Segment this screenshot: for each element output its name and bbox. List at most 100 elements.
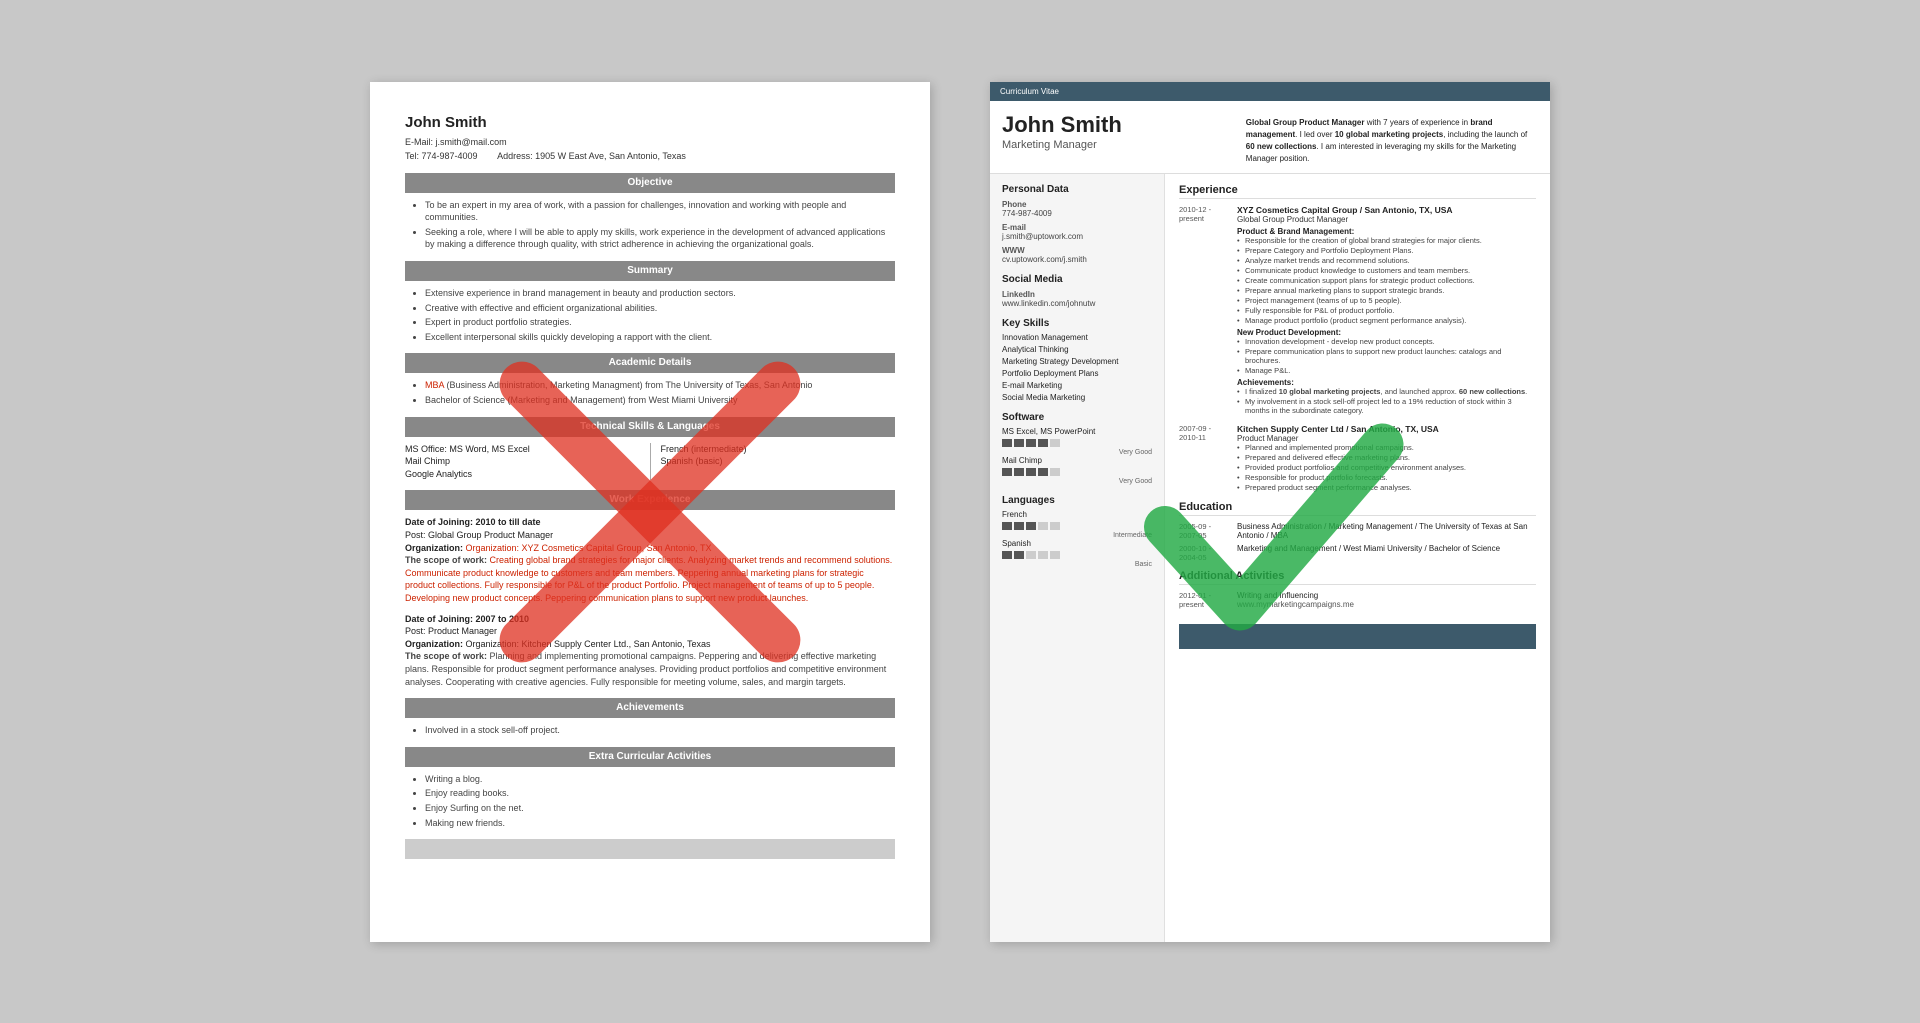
academic-list: MBA (Business Administration, Marketing … (405, 379, 895, 406)
edu-entry-2: 2000-10 - 2004-05 Marketing and Manageme… (1179, 544, 1536, 562)
right-title: Marketing Manager (1002, 139, 1236, 151)
mailchimp-bar (1002, 468, 1152, 476)
social-media-title: Social Media (1002, 274, 1152, 285)
email-label: E-mail (1002, 223, 1152, 232)
skill-mailchimp: Mail Chimp (405, 455, 640, 468)
skills-divider (650, 443, 651, 481)
academic-bsc: Bachelor of Science (Marketing and Manag… (425, 394, 895, 407)
additional-title: Additional Activities (1179, 570, 1536, 585)
lang-french: French Intermediate (1002, 510, 1152, 539)
technical-header: Technical Skills & Languages (405, 417, 895, 437)
left-name: John Smith (405, 112, 895, 133)
experience-title: Experience (1179, 184, 1536, 199)
summary-item-2: Creative with effective and efficient or… (425, 302, 895, 315)
software-title: Software (1002, 412, 1152, 423)
exp1-dates: 2010-12 - present (1179, 205, 1229, 416)
right-name: John Smith (1002, 113, 1236, 137)
work2-post: Post: Product Manager (405, 625, 895, 638)
education-title: Education (1179, 501, 1536, 516)
linkedin-value: www.linkedin.com/johnutw (1002, 299, 1152, 308)
msexcel-bar (1002, 439, 1152, 447)
www-value: cv.uptowork.com/j.smith (1002, 255, 1152, 264)
summary-item-3: Expert in product portfolio strategies. (425, 316, 895, 329)
additional-entry-1: 2012-01 - present Writing and Influencin… (1179, 591, 1536, 609)
academic-header: Academic Details (405, 353, 895, 373)
work2-date: Date of Joining: 2007 to 2010 (405, 613, 895, 626)
achievements-header: Achievements (405, 698, 895, 718)
french-bar (1002, 522, 1152, 530)
work-header: Work Experience (405, 490, 895, 510)
extra-header: Extra Curricular Activities (405, 747, 895, 767)
lang-spanish: Spanish Basic (1002, 539, 1152, 568)
objective-item-1: To be an expert in my area of work, with… (425, 199, 895, 224)
www-label: WWW (1002, 246, 1152, 255)
right-header: John Smith Marketing Manager Global Grou… (990, 101, 1550, 174)
skill-ms-office: MS Office: MS Word, MS Excel (405, 443, 640, 456)
right-footer-bar (1179, 624, 1536, 649)
left-tel-address: Tel: 774-987-4009 Address: 1905 W East A… (405, 150, 895, 163)
achievements-list: Involved in a stock sell-off project. (405, 724, 895, 737)
extra-3: Enjoy Surfing on the net. (425, 802, 895, 815)
skills-table: MS Office: MS Word, MS Excel Mail Chimp … (405, 443, 895, 481)
work1-date: Date of Joining: 2010 to till date (405, 516, 895, 529)
objective-header: Objective (405, 173, 895, 193)
exp1-bullets3: I finalized 10 global marketing projects… (1237, 387, 1536, 415)
languages-title: Languages (1002, 495, 1152, 506)
email-value: j.smith@uptowork.com (1002, 232, 1152, 241)
objective-item-2: Seeking a role, where I will be able to … (425, 226, 895, 251)
exp2-bullets: Planned and implemented promotional camp… (1237, 443, 1536, 492)
skill-spanish: Spanish (basic) (661, 455, 896, 468)
spanish-bar (1002, 551, 1152, 559)
skill-marketing-strategy: Marketing Strategy Development (1002, 357, 1152, 366)
exp1-details: XYZ Cosmetics Capital Group / San Antoni… (1237, 205, 1536, 416)
work2-scope: The scope of work: Planning and implemen… (405, 650, 895, 688)
summary-item-4: Excellent interpersonal skills quickly d… (425, 331, 895, 344)
work-entry-2: Date of Joining: 2007 to 2010 Post: Prod… (405, 613, 895, 689)
phone-value: 774-987-4009 (1002, 209, 1152, 218)
work-entry-1: Date of Joining: 2010 to till date Post:… (405, 516, 895, 604)
right-resume: Curriculum Vitae John Smith Marketing Ma… (990, 82, 1550, 942)
work1-scope: The scope of work: Creating global brand… (405, 554, 895, 604)
achievement-1: Involved in a stock sell-off project. (425, 724, 895, 737)
phone-label: Phone (1002, 200, 1152, 209)
skills-col-1: MS Office: MS Word, MS Excel Mail Chimp … (405, 443, 640, 481)
skill-google: Google Analytics (405, 468, 640, 481)
skill-social: Social Media Marketing (1002, 393, 1152, 402)
extra-4: Making new friends. (425, 817, 895, 830)
exp-entry-1: 2010-12 - present XYZ Cosmetics Capital … (1179, 205, 1536, 416)
work2-org: Organization: Organization: Kitchen Supp… (405, 638, 895, 651)
right-summary: Global Group Product Manager with 7 year… (1246, 113, 1538, 165)
key-skills-title: Key Skills (1002, 318, 1152, 329)
exp2-details: Kitchen Supply Center Ltd / San Antonio,… (1237, 424, 1536, 493)
exp-entry-2: 2007-09 - 2010-11 Kitchen Supply Center … (1179, 424, 1536, 493)
extra-list: Writing a blog. Enjoy reading books. Enj… (405, 773, 895, 829)
skill-innovation: Innovation Management (1002, 333, 1152, 342)
summary-item-1: Extensive experience in brand management… (425, 287, 895, 300)
exp1-bullets2: Innovation development - develop new pro… (1237, 337, 1536, 375)
right-sidebar: Personal Data Phone 774-987-4009 E-mail … (990, 174, 1165, 942)
summary-list: Extensive experience in brand management… (405, 287, 895, 343)
left-footer-bar (405, 839, 895, 859)
software-item-1: MS Excel, MS PowerPoint Very Good (1002, 427, 1152, 456)
work1-org: Organization: Organization: XYZ Cosmetic… (405, 542, 895, 555)
personal-data-title: Personal Data (1002, 184, 1152, 195)
extra-1: Writing a blog. (425, 773, 895, 786)
left-resume: John Smith E-Mail: j.smith@mail.com Tel:… (370, 82, 930, 942)
skill-portfolio: Portfolio Deployment Plans (1002, 369, 1152, 378)
skill-email: E-mail Marketing (1002, 381, 1152, 390)
exp1-bullets1: Responsible for the creation of global b… (1237, 236, 1536, 325)
left-email: E-Mail: j.smith@mail.com (405, 136, 895, 149)
linkedin-label: LinkedIn (1002, 290, 1152, 299)
skill-analytical: Analytical Thinking (1002, 345, 1152, 354)
skills-col-2: French (intermediate) Spanish (basic) (661, 443, 896, 481)
right-main: Experience 2010-12 - present XYZ Cosmeti… (1165, 174, 1550, 942)
skill-french: French (intermediate) (661, 443, 896, 456)
summary-header: Summary (405, 261, 895, 281)
objective-list: To be an expert in my area of work, with… (405, 199, 895, 251)
right-header-left: John Smith Marketing Manager (1002, 113, 1236, 165)
cv-label: Curriculum Vitae (990, 82, 1550, 101)
exp2-dates: 2007-09 - 2010-11 (1179, 424, 1229, 493)
work1-post: Post: Global Group Product Manager (405, 529, 895, 542)
extra-2: Enjoy reading books. (425, 787, 895, 800)
edu-entry-1: 2005-09 - 2007-05 Business Administratio… (1179, 522, 1536, 540)
